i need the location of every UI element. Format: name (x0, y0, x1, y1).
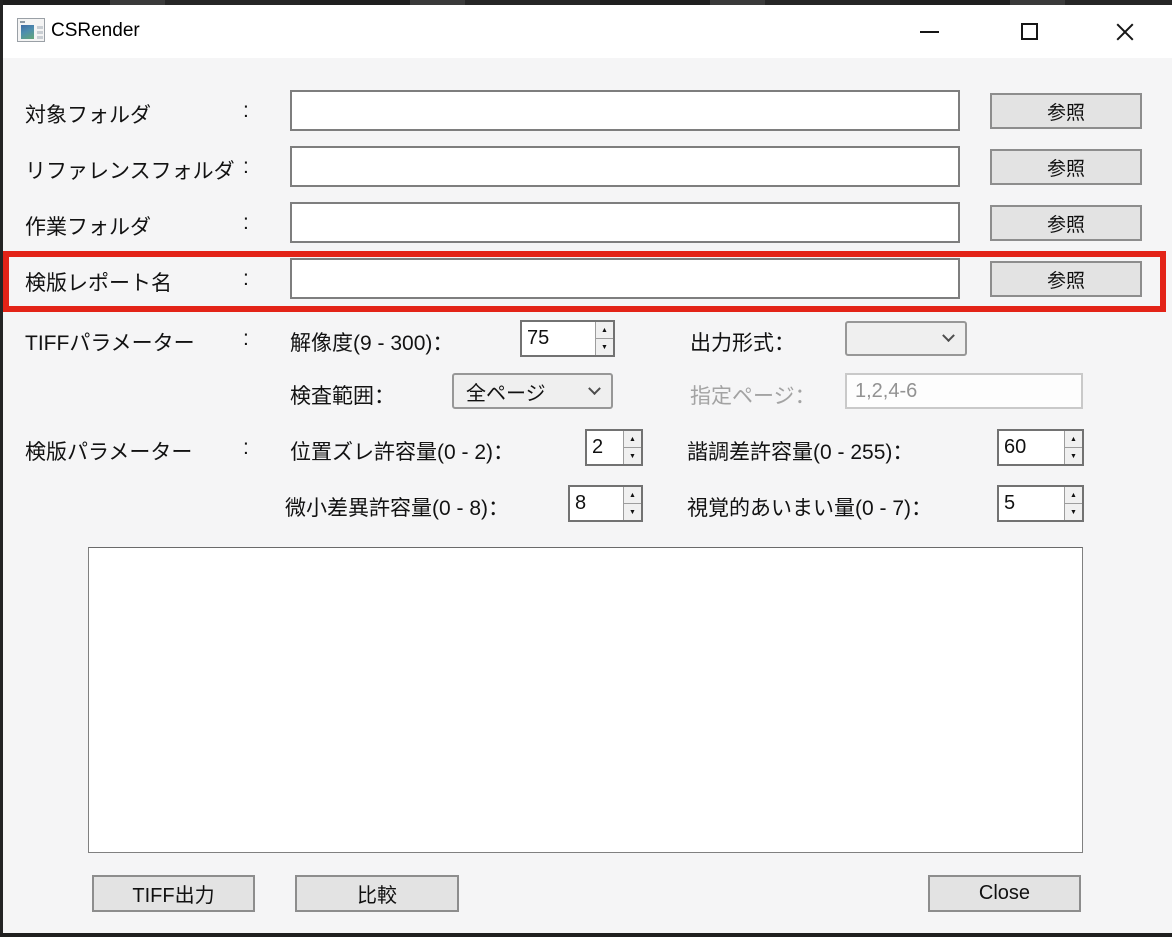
minor-diff-spin-up-button[interactable]: ▲ (624, 487, 641, 504)
chevron-down-icon (942, 329, 955, 342)
reference-folder-input[interactable] (290, 146, 960, 187)
reference-folder-label: リファレンスフォルダ (25, 155, 235, 185)
tiff-output-button[interactable]: TIFF出力 (92, 875, 255, 912)
maximize-icon (1021, 23, 1038, 40)
target-folder-browse-button[interactable]: 参照 (990, 93, 1142, 129)
work-folder-browse-button[interactable]: 参照 (990, 205, 1142, 241)
tone-diff-spin-down-button[interactable]: ▼ (1065, 448, 1082, 464)
spin-down-icon: ▼ (629, 509, 636, 516)
visual-fuzz-label: 視覚的あいまい量(0 - 7)： (687, 492, 932, 522)
tone-diff-input[interactable] (999, 431, 1064, 464)
spin-up-icon: ▲ (629, 492, 636, 499)
resolution-spinner: ▲ ▼ (520, 320, 615, 357)
scan-range-label: 検査範囲： (290, 380, 395, 410)
spin-down-icon: ▼ (601, 344, 608, 351)
background-edge-bottom (0, 933, 1172, 937)
resolution-input[interactable] (522, 322, 595, 355)
check-section-colon: : (243, 436, 249, 460)
target-folder-label: 対象フォルダ (25, 99, 151, 129)
visual-fuzz-spin-down-button[interactable]: ▼ (1065, 504, 1082, 520)
spin-up-icon: ▲ (629, 436, 636, 443)
tiff-section-colon: : (243, 327, 249, 351)
resolution-label: 解像度(9 - 300)： (290, 327, 453, 357)
tiff-section-label: TIFFパラメーター (25, 327, 195, 357)
compare-button[interactable]: 比較 (295, 875, 459, 912)
report-name-input[interactable] (290, 258, 960, 299)
work-folder-label: 作業フォルダ (25, 211, 151, 241)
spin-up-icon: ▲ (1070, 492, 1077, 499)
spin-down-icon: ▼ (1070, 453, 1077, 460)
minor-diff-spinner: ▲ ▼ (568, 485, 643, 522)
position-shift-spinner: ▲ ▼ (585, 429, 643, 466)
minor-diff-input[interactable] (570, 487, 623, 520)
scan-range-select[interactable]: 全ページ (452, 373, 613, 409)
tone-diff-spinner: ▲ ▼ (997, 429, 1084, 466)
minor-diff-label: 微小差異許容量(0 - 8)： (285, 492, 509, 522)
target-folder-colon: : (243, 99, 249, 123)
window-title: CSRender (51, 20, 140, 42)
resolution-spin-up-button[interactable]: ▲ (596, 322, 613, 339)
app-icon (17, 18, 45, 42)
work-folder-colon: : (243, 211, 249, 235)
close-icon (1113, 20, 1137, 44)
chevron-down-icon (588, 382, 601, 395)
spin-down-icon: ▼ (629, 453, 636, 460)
tone-diff-spin-up-button[interactable]: ▲ (1065, 431, 1082, 448)
tone-diff-label: 諧調差許容量(0 - 255)： (687, 436, 913, 466)
minimize-button[interactable] (906, 5, 953, 58)
visual-fuzz-spinner: ▲ ▼ (997, 485, 1084, 522)
visual-fuzz-input[interactable] (999, 487, 1064, 520)
screen: CSRender 対象フォルダ : 参照 リファレンスフォルダ : 参照 作業フ… (0, 0, 1172, 937)
report-name-browse-button[interactable]: 参照 (990, 261, 1142, 297)
minimize-icon (920, 31, 939, 33)
position-shift-label: 位置ズレ許容量(0 - 2)： (290, 436, 514, 466)
page-spec-input (845, 373, 1083, 409)
log-textarea[interactable] (88, 547, 1083, 853)
page-spec-label: 指定ページ： (690, 380, 816, 410)
scan-range-value: 全ページ (466, 377, 546, 406)
csrender-window: CSRender 対象フォルダ : 参照 リファレンスフォルダ : 参照 作業フ… (3, 5, 1172, 933)
maximize-button[interactable] (1006, 5, 1053, 58)
spin-down-icon: ▼ (1070, 509, 1077, 516)
visual-fuzz-spin-up-button[interactable]: ▲ (1065, 487, 1082, 504)
target-folder-input[interactable] (290, 90, 960, 131)
position-shift-spin-up-button[interactable]: ▲ (624, 431, 641, 448)
resolution-spin-down-button[interactable]: ▼ (596, 339, 613, 355)
check-section-label: 検版パラメーター (25, 436, 192, 466)
work-folder-input[interactable] (290, 202, 960, 243)
reference-folder-browse-button[interactable]: 参照 (990, 149, 1142, 185)
spin-up-icon: ▲ (601, 327, 608, 334)
minor-diff-spin-down-button[interactable]: ▼ (624, 504, 641, 520)
reference-folder-colon: : (243, 155, 249, 179)
position-shift-input[interactable] (587, 431, 623, 464)
close-button[interactable] (1101, 5, 1148, 58)
close-footer-button[interactable]: Close (928, 875, 1081, 912)
spin-up-icon: ▲ (1070, 436, 1077, 443)
title-bar[interactable]: CSRender (3, 5, 1172, 58)
output-format-select[interactable] (845, 321, 967, 356)
output-format-label: 出力形式： (690, 327, 795, 357)
report-name-label: 検版レポート名 (25, 267, 172, 297)
report-name-colon: : (243, 267, 249, 291)
position-shift-spin-down-button[interactable]: ▼ (624, 448, 641, 464)
